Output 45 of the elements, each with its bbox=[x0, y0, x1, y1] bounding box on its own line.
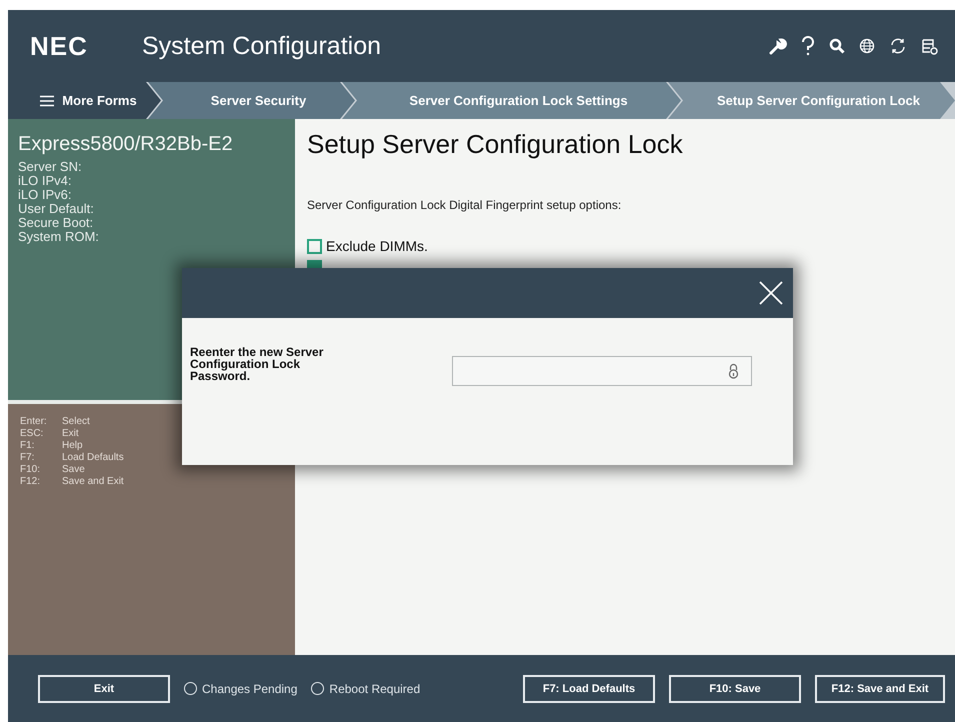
key-action: Select bbox=[62, 416, 91, 428]
refresh-icon[interactable] bbox=[889, 37, 907, 55]
logo: NEC bbox=[30, 30, 89, 62]
menu-button[interactable]: More Forms bbox=[8, 82, 161, 119]
breadcrumb-link[interactable]: Server Security bbox=[148, 82, 355, 119]
description-text: Server Configuration Lock Digital Fingerprint setup options: bbox=[307, 198, 622, 212]
key-label: F7: bbox=[20, 452, 36, 464]
close-icon[interactable] bbox=[759, 281, 783, 305]
key-action: Exit bbox=[62, 428, 80, 440]
checkbox[interactable] bbox=[307, 238, 322, 254]
info-label: iLO IPv6: bbox=[18, 188, 72, 202]
key-label: Enter: bbox=[20, 416, 48, 428]
key-action: Load Defaults bbox=[62, 452, 125, 464]
indicator-label: Reboot Required bbox=[329, 682, 420, 696]
footer-button[interactable]: F12: Save and Exit bbox=[815, 674, 945, 702]
menu-icon bbox=[40, 94, 54, 106]
database-icon[interactable] bbox=[921, 37, 939, 55]
key-action: Help bbox=[62, 440, 84, 452]
wrench-icon[interactable] bbox=[769, 37, 787, 55]
help-icon[interactable] bbox=[801, 36, 815, 56]
password-field[interactable] bbox=[452, 356, 752, 386]
key-action: Save and Exit bbox=[62, 476, 125, 488]
info-label: System ROM: bbox=[18, 230, 100, 244]
info-label: Server SN: bbox=[18, 160, 83, 174]
key-label: F10: bbox=[20, 464, 42, 476]
info-label: Secure Boot: bbox=[18, 216, 94, 230]
search-icon[interactable] bbox=[829, 38, 845, 54]
page-title: Setup Server Configuration Lock bbox=[307, 129, 684, 160]
key-label: F12: bbox=[20, 476, 42, 488]
checkbox-label: Exclude DIMMs. bbox=[326, 238, 428, 254]
breadcrumb-link[interactable]: Server Configuration Lock Settings bbox=[342, 82, 681, 119]
footer-button[interactable]: F10: Save bbox=[669, 674, 801, 702]
app-title: System Configuration bbox=[142, 32, 382, 60]
info-label: User Default: bbox=[18, 202, 95, 216]
globe-icon[interactable] bbox=[859, 38, 875, 54]
exit-button[interactable]: Exit bbox=[38, 674, 170, 702]
key-label: ESC: bbox=[20, 428, 44, 440]
info-label: iLO IPv4: bbox=[18, 174, 72, 188]
dialog-prompt: Reenter the new Server Configuration Lock Password. bbox=[190, 346, 324, 382]
lock-icon bbox=[728, 363, 739, 379]
indicator-label: Changes Pending bbox=[202, 682, 298, 696]
key-action: Save bbox=[62, 464, 86, 476]
footer-button[interactable]: F7: Load Defaults bbox=[523, 674, 655, 702]
key-label: F1: bbox=[20, 440, 36, 452]
model-name: Express5800/R32Bb-E2 bbox=[18, 133, 234, 156]
